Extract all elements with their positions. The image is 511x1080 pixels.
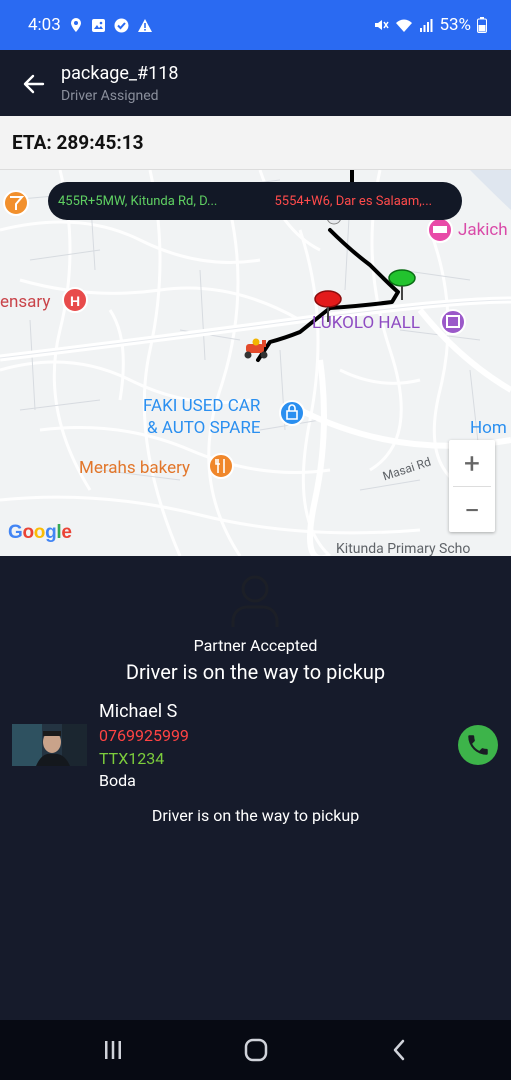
driver-status-footer: Driver is on the way to pickup	[151, 806, 360, 825]
place-label-faki-1: FAKI USED CAR	[143, 396, 261, 416]
place-label-lukolo-hall: LUKOLO HALL	[312, 313, 421, 333]
app-screen: 4:03 53% package_#118 Driver Assigned ET…	[0, 0, 511, 1080]
eta-label: ETA: 289:45:13	[12, 131, 144, 154]
driver-phone[interactable]: 0769925999	[99, 726, 189, 745]
person-icon	[231, 575, 279, 627]
place-label-dispensary: ensary	[0, 292, 51, 312]
eta-bar: ETA: 289:45:13	[0, 116, 511, 170]
battery-percent: 53%	[439, 15, 471, 35]
hospital-pin-icon: H	[62, 287, 88, 313]
zoom-in-button[interactable]: +	[449, 440, 495, 486]
warning-icon	[137, 18, 153, 33]
svg-text:H: H	[70, 293, 80, 309]
back-button[interactable]	[18, 68, 50, 100]
trip-status-panel: Partner Accepted Driver is on the way to…	[0, 556, 511, 1020]
mute-icon	[373, 17, 390, 33]
status-time: 4:03	[28, 15, 61, 35]
shop-pin-icon	[279, 400, 305, 426]
restaurant-pin-icon	[208, 453, 234, 479]
place-label-merahs: Merahs bakery	[79, 458, 191, 478]
wifi-icon	[395, 18, 413, 33]
home-icon	[244, 1038, 268, 1062]
phone-icon	[468, 735, 488, 755]
driver-name: Michael S	[99, 701, 178, 722]
place-label-kitunda-school: Kitunda Primary Scho	[336, 541, 471, 556]
recents-icon	[105, 1041, 121, 1059]
call-driver-button[interactable]	[458, 725, 498, 765]
status-bar: 4:03 53%	[0, 0, 511, 50]
image-icon	[91, 18, 106, 33]
check-circle-icon	[114, 18, 129, 33]
recents-button[interactable]	[83, 1032, 143, 1068]
battery-icon	[477, 17, 487, 33]
zoom-controls: + −	[449, 440, 495, 532]
destination-address[interactable]: 5554+W6, Dar es Salaam,...	[274, 194, 452, 209]
home-button[interactable]	[226, 1032, 286, 1068]
map-view[interactable]: H 455R+5MW, Kitunda Rd, D... 5554+W6, Da…	[0, 170, 511, 556]
system-back-button[interactable]	[369, 1032, 429, 1068]
place-label-faki-2: & AUTO SPARE	[147, 418, 261, 438]
arrow-left-icon	[23, 74, 45, 94]
driver-avatar	[12, 724, 87, 766]
page-title: package_#118	[61, 63, 179, 84]
route-summary: 455R+5MW, Kitunda Rd, D... 5554+W6, Dar …	[48, 182, 462, 220]
system-nav-bar	[0, 1020, 511, 1080]
bar-pin-icon	[3, 190, 29, 216]
hall-pin-icon	[440, 309, 466, 335]
app-bar: package_#118 Driver Assigned	[0, 50, 511, 116]
location-pin-icon	[69, 17, 83, 33]
map-roads: H	[0, 170, 511, 556]
partner-status: Partner Accepted	[193, 636, 318, 655]
driver-vehicle: Boda	[99, 771, 136, 790]
google-logo: Google	[8, 522, 72, 543]
page-subtitle: Driver Assigned	[61, 88, 159, 104]
signal-icon	[419, 18, 433, 32]
place-label-home: Hom	[470, 418, 507, 438]
origin-address[interactable]: 455R+5MW, Kitunda Rd, D...	[58, 194, 240, 209]
zoom-out-button[interactable]: −	[449, 487, 495, 533]
driver-plate: TTX1234	[99, 749, 165, 768]
hotel-pin-icon	[427, 217, 453, 243]
place-label-jakich: Jakich	[458, 220, 508, 240]
driver-status-heading: Driver is on the way to pickup	[125, 660, 386, 684]
back-chevron-icon	[393, 1039, 405, 1061]
